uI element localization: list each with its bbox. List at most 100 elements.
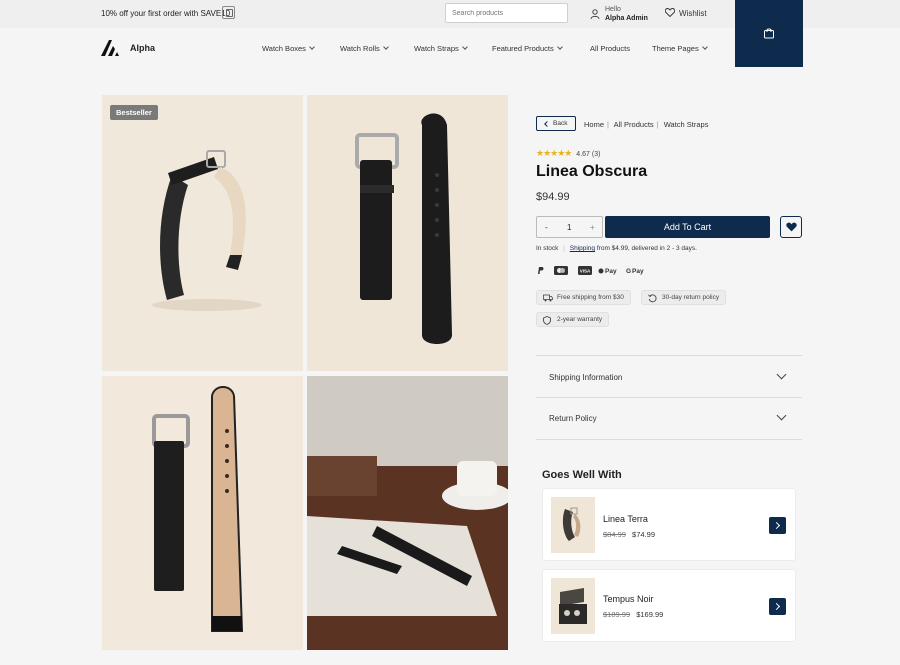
chevron-down-icon	[309, 44, 315, 50]
chevron-down-icon	[556, 44, 563, 50]
chevron-down-icon	[382, 44, 389, 50]
product-image-3[interactable]	[102, 376, 303, 650]
related-product-thumbnail[interactable]	[551, 497, 595, 553]
nav-all-products[interactable]: All Products	[590, 44, 630, 53]
chevron-down-icon[interactable]	[776, 410, 787, 421]
feature-label: 30-day return policy	[662, 294, 720, 301]
user-icon	[590, 9, 600, 19]
main-navigation: Alpha Watch Boxes Watch Rolls Watch Stra…	[0, 28, 900, 68]
breadcrumb-watch-straps[interactable]: Watch Straps	[664, 120, 709, 129]
related-product-name[interactable]: Tempus Noir	[603, 594, 654, 604]
accordion-shipping-information[interactable]: Shipping Information	[549, 373, 622, 382]
related-product-prices: $189.99 $169.99	[603, 610, 663, 619]
product-image-2[interactable]	[307, 95, 508, 371]
truck-icon	[543, 294, 553, 302]
product-price: $94.99	[536, 191, 570, 203]
nav-label: Featured Products	[492, 44, 554, 53]
related-heading: Goes Well With	[542, 469, 622, 481]
old-price: $189.99	[603, 610, 631, 619]
chevron-down-icon	[461, 44, 468, 50]
add-to-cart-button[interactable]: Add To Cart	[605, 216, 770, 238]
mastercard-icon	[554, 266, 568, 275]
breadcrumb-all-products[interactable]: All Products	[614, 120, 654, 129]
related-product-card[interactable]: Linea Terra $84.99 $74.99	[542, 488, 796, 561]
lifestyle-table-image	[307, 376, 508, 650]
product-image-1[interactable]	[102, 95, 303, 371]
feature-label: Free shipping from $30	[557, 294, 624, 301]
wishlist-label: Wishlist	[679, 9, 707, 18]
related-product-card[interactable]: Tempus Noir $189.99 $169.99	[542, 569, 796, 642]
watch-box-thumbnail-image	[559, 588, 587, 624]
related-product-name[interactable]: Linea Terra	[603, 514, 648, 524]
google-pay-icon: G Pay	[626, 268, 644, 275]
nav-theme-pages[interactable]: Theme Pages	[652, 44, 708, 53]
copy-code-icon[interactable]	[222, 6, 235, 19]
decrease-quantity-button[interactable]: -	[545, 223, 548, 232]
stock-status: In stock	[536, 245, 559, 252]
divider	[536, 355, 802, 356]
svg-text:VISA: VISA	[580, 269, 591, 274]
related-product-thumbnail[interactable]	[551, 578, 595, 634]
rating-count: (3)	[591, 151, 601, 158]
nav-label: Watch Rolls	[340, 44, 380, 53]
feature-free-shipping: Free shipping from $30	[536, 290, 631, 305]
back-button[interactable]: Back	[536, 116, 576, 131]
nav-watch-rolls[interactable]: Watch Rolls	[340, 44, 389, 53]
old-price: $84.99	[603, 530, 626, 539]
watch-strap-curved-image	[152, 150, 262, 311]
chevron-down-icon[interactable]	[776, 369, 787, 380]
nav-label: Watch Straps	[414, 44, 459, 53]
quantity-stepper: - 1 +	[536, 216, 603, 238]
bestseller-badge: Bestseller	[110, 105, 158, 120]
product-title: Linea Obscura	[536, 163, 648, 180]
watch-strap-thumbnail-image	[562, 507, 581, 541]
shipping-text: from $4.99, delivered in 2 - 3 days.	[596, 245, 697, 252]
shipping-link[interactable]: Shipping	[570, 245, 595, 252]
nav-label: Watch Boxes	[262, 44, 306, 53]
apple-pay-icon: Pay	[598, 268, 617, 275]
greeting: Hello	[605, 6, 621, 13]
breadcrumb-home[interactable]: Home	[584, 120, 604, 129]
divider	[536, 397, 802, 398]
related-product-prices: $84.99 $74.99	[603, 530, 655, 539]
view-product-button[interactable]	[769, 598, 786, 615]
brand-logo-icon[interactable]	[101, 40, 121, 56]
user-name: Alpha Admin	[605, 15, 648, 22]
promo-text: 10% off your first order with SAVE10	[101, 9, 231, 18]
increase-quantity-button[interactable]: +	[590, 223, 595, 232]
view-product-button[interactable]	[769, 517, 786, 534]
sale-price: $74.99	[632, 530, 655, 539]
brand-name[interactable]: Alpha	[130, 43, 155, 53]
divider	[536, 439, 802, 440]
feature-return-policy: 30-day return policy	[641, 290, 727, 305]
search-input[interactable]	[445, 3, 568, 23]
return-icon	[648, 294, 657, 303]
svg-text:Pay: Pay	[605, 268, 617, 275]
nav-label: Theme Pages	[652, 44, 699, 53]
star-rating-icon: ★★★★★	[536, 148, 572, 158]
nav-watch-straps[interactable]: Watch Straps	[414, 44, 468, 53]
add-to-wishlist-button[interactable]	[780, 216, 802, 238]
feature-warranty: 2-year warranty	[536, 312, 610, 327]
svg-text:G: G	[626, 268, 631, 275]
stock-shipping-info: In stock | Shipping from $4.99, delivere…	[536, 245, 697, 252]
product-image-4[interactable]	[307, 376, 508, 650]
nav-featured-products[interactable]: Featured Products	[492, 44, 563, 53]
shield-icon	[543, 316, 551, 325]
nav-watch-boxes[interactable]: Watch Boxes	[262, 44, 315, 53]
paypal-icon	[538, 267, 544, 274]
wishlist-link[interactable]: Wishlist	[665, 8, 707, 18]
svg-text:Pay: Pay	[632, 268, 644, 275]
chevron-down-icon	[701, 44, 708, 50]
quantity-value[interactable]: 1	[567, 223, 571, 232]
accordion-return-policy[interactable]: Return Policy	[549, 414, 597, 423]
feature-label: 2-year warranty	[557, 316, 603, 323]
heart-icon	[665, 8, 675, 17]
breadcrumb: Home | All Products | Watch Straps	[584, 120, 709, 129]
watch-strap-lining-image	[152, 386, 244, 632]
sale-price: $169.99	[636, 610, 664, 619]
product-rating[interactable]: ★★★★★ 4.67 (3)	[536, 148, 600, 159]
watch-strap-flat-image	[355, 113, 452, 344]
heart-icon	[786, 222, 797, 232]
rating-value: 4.67	[576, 151, 590, 158]
